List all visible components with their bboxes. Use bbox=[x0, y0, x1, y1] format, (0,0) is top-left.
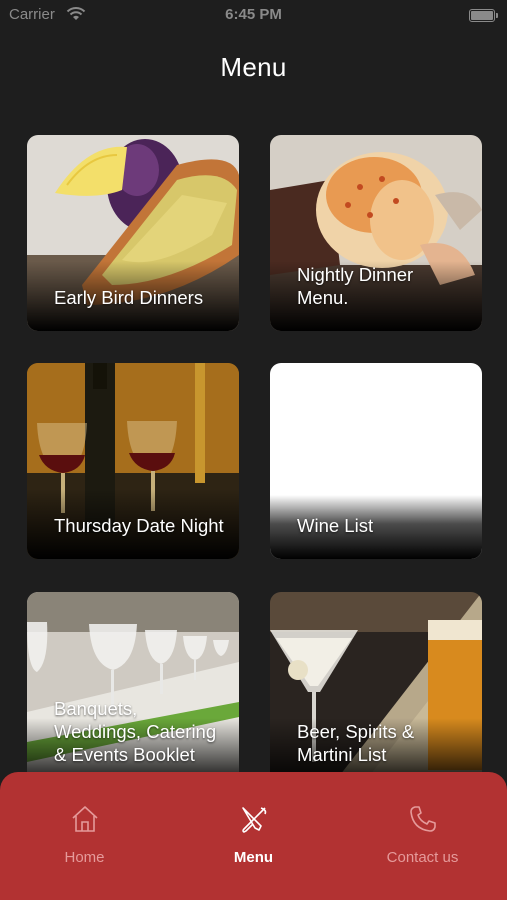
menu-tile-label: Early Bird Dinners bbox=[54, 287, 204, 308]
tab-label: Menu bbox=[233, 849, 274, 866]
tab-label: Contact us bbox=[386, 849, 459, 866]
home-icon bbox=[72, 806, 98, 832]
menu-tile-nightly-dinner-menu[interactable]: Nightly Dinner Menu. bbox=[270, 135, 482, 331]
tab-contact-us[interactable]: Contact us bbox=[338, 772, 507, 882]
tab-bar: Home Menu Contact us bbox=[0, 772, 507, 900]
phone-icon bbox=[410, 806, 436, 832]
tab-label: Home bbox=[64, 849, 105, 866]
menu-tile-thursday-date-night[interactable]: Thursday Date Night bbox=[27, 363, 239, 559]
menu-tile-wine-list[interactable]: Wine List bbox=[270, 363, 482, 559]
menu-tile-label: Wine List bbox=[297, 515, 374, 536]
fork-knife-icon bbox=[242, 807, 267, 833]
tab-menu[interactable]: Menu bbox=[169, 772, 338, 882]
menu-tile-label: Thursday Date Night bbox=[54, 515, 224, 536]
menu-tile-banquets[interactable]: Banquets, Weddings, Catering & Events Bo… bbox=[27, 592, 239, 788]
menu-tile-early-bird-dinners[interactable]: Early Bird Dinners bbox=[27, 135, 239, 331]
menu-grid: Early Bird Dinners Nightly Dinner Menu. bbox=[0, 0, 507, 900]
tab-home[interactable]: Home bbox=[0, 772, 169, 882]
menu-tile-label: Banquets, Weddings, Catering & Events Bo… bbox=[54, 698, 217, 765]
menu-tile-label: Beer, Spirits & Martini List bbox=[297, 721, 415, 765]
menu-tile-beer-spirits-martini[interactable]: Beer, Spirits & Martini List bbox=[270, 592, 482, 788]
menu-tile-label: Nightly Dinner Menu. bbox=[297, 264, 414, 308]
